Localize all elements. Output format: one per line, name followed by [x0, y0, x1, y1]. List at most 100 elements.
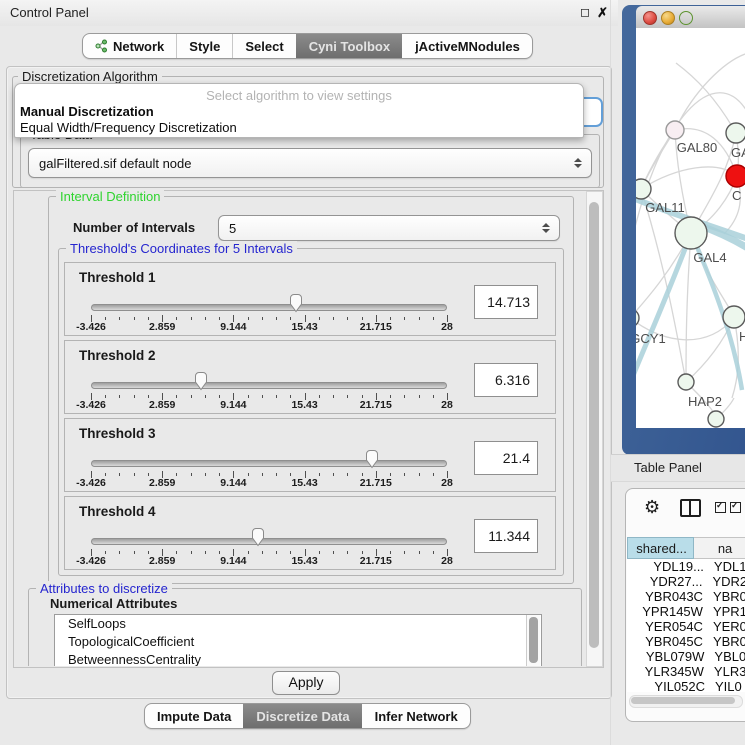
table-cell[interactable]: YDR27...	[627, 574, 706, 589]
table-row[interactable]: YBR043CYBR0	[627, 589, 745, 604]
attributes-scrollbar-thumb[interactable]	[529, 617, 538, 663]
table-cell[interactable]: YBR045C	[627, 634, 707, 649]
slider-track[interactable]	[91, 538, 447, 545]
dropdown-option-manual-discretization[interactable]: Manual Discretization	[20, 104, 154, 119]
table-cell[interactable]: YBR0	[707, 589, 745, 604]
table-cell[interactable]: YDL1	[708, 559, 745, 574]
checkbox-icon[interactable]	[715, 502, 726, 513]
attribute-list-item[interactable]: TopologicalCoefficient	[55, 633, 541, 651]
attributes-scrollbar-track[interactable]	[526, 615, 540, 666]
slider-thumb[interactable]	[193, 372, 209, 391]
threshold-value-field[interactable]: 21.4	[474, 441, 538, 475]
tab-network[interactable]: Network	[83, 34, 176, 58]
table-cell[interactable]: YLR3	[708, 664, 745, 679]
slider-thumb[interactable]	[288, 294, 304, 313]
tab-jactivemnodules[interactable]: jActiveMNodules	[402, 34, 532, 58]
tab-discretize-data[interactable]: Discretize Data	[243, 704, 361, 728]
network-node-gal4[interactable]	[675, 217, 707, 249]
tick-mark	[176, 551, 177, 554]
table-row[interactable]: YIL052CYIL0	[627, 679, 745, 692]
tick-mark	[419, 395, 420, 398]
tick-label: 28	[441, 399, 453, 411]
table-row[interactable]: YDL19...YDL1	[627, 559, 745, 574]
tick-mark	[191, 473, 192, 476]
attribute-list-item[interactable]: SelfLoops	[55, 615, 541, 633]
close-traffic-light-icon[interactable]	[643, 11, 657, 25]
dropdown-option-equal-width-frequency[interactable]: Equal Width/Frequency Discretization	[20, 120, 237, 135]
zoom-traffic-light-icon[interactable]	[679, 11, 693, 25]
tick-mark	[105, 317, 106, 320]
table-row[interactable]: YBR045CYBR0	[627, 634, 745, 649]
table-data-combobox[interactable]: galFiltered.sif default node	[28, 148, 592, 178]
number-of-intervals-combobox[interactable]: 5	[218, 215, 560, 241]
table-cell[interactable]: YPR1	[707, 604, 745, 619]
tick-mark	[176, 473, 177, 476]
table-cell[interactable]: YIL052C	[627, 679, 709, 692]
table-cell[interactable]: YBL0	[708, 649, 745, 664]
table-hscrollbar-track[interactable]	[629, 695, 743, 708]
network-node-gal11[interactable]	[636, 179, 651, 199]
float-window-icon[interactable]: ◻	[580, 5, 590, 19]
tab-impute-data[interactable]: Impute Data	[145, 704, 243, 728]
tick-mark	[262, 395, 263, 398]
network-edge[interactable]	[686, 233, 691, 382]
split-view-icon[interactable]	[680, 499, 701, 517]
slider-track[interactable]	[91, 382, 447, 389]
network-edge[interactable]	[641, 167, 737, 189]
table-cell[interactable]: YER054C	[627, 619, 707, 634]
network-node-hap2[interactable]	[678, 374, 694, 390]
network-window-titlebar[interactable]	[636, 6, 745, 29]
tab-style[interactable]: Style	[176, 34, 232, 58]
gear-icon[interactable]: ⚙	[644, 497, 660, 517]
column-header-shared[interactable]: shared...	[627, 537, 694, 559]
table-cell[interactable]: YDL19...	[627, 559, 708, 574]
column-header-na[interactable]: na	[694, 537, 745, 559]
network-node-ga[interactable]	[726, 123, 745, 143]
table-cell[interactable]: YBR043C	[627, 589, 707, 604]
table-row[interactable]: YPR145WYPR1	[627, 604, 745, 619]
threshold-value-field[interactable]: 14.713	[474, 285, 538, 319]
table-cell[interactable]: YBL079W	[627, 649, 708, 664]
tab-select[interactable]: Select	[232, 34, 295, 58]
network-node-h[interactable]	[723, 306, 745, 328]
close-icon[interactable]: ✗	[597, 5, 608, 21]
slider-thumb[interactable]	[364, 450, 380, 469]
tick-label: 21.715	[360, 555, 392, 567]
network-edge[interactable]	[676, 63, 736, 133]
threshold-value-field[interactable]: 6.316	[474, 363, 538, 397]
slider-track[interactable]	[91, 460, 447, 467]
table-cell[interactable]: YIL0	[709, 679, 742, 692]
table-cell[interactable]: YDR2	[706, 574, 745, 589]
interval-definition-label: Interval Definition	[56, 189, 164, 204]
table-row[interactable]: YER054CYER0	[627, 619, 745, 634]
slider-track[interactable]	[91, 304, 447, 311]
checkbox-icon[interactable]	[730, 502, 741, 513]
apply-button[interactable]: Apply	[272, 671, 340, 695]
network-graph[interactable]: GAL80GACGAL11GAL4GCY1HHAP2	[636, 28, 745, 428]
network-node-c[interactable]	[726, 165, 745, 187]
network-node[interactable]	[708, 411, 724, 427]
network-edge[interactable]	[675, 54, 745, 130]
table-cell[interactable]: YLR345W	[627, 664, 708, 679]
settings-scrollbar-thumb[interactable]	[589, 202, 599, 648]
tab-infer-network[interactable]: Infer Network	[362, 704, 470, 728]
numerical-attributes-list[interactable]: SelfLoopsTopologicalCoefficientBetweenne…	[54, 614, 542, 666]
minimize-traffic-light-icon[interactable]	[661, 11, 675, 25]
threshold-value-field[interactable]: 11.344	[474, 519, 538, 553]
table-row[interactable]: YLR345WYLR3	[627, 664, 745, 679]
tick-label: 28	[441, 555, 453, 567]
tick-mark	[333, 317, 334, 320]
table-hscrollbar-thumb[interactable]	[631, 697, 735, 704]
network-node-gal80[interactable]	[666, 121, 684, 139]
tick-mark	[105, 395, 106, 398]
table-cell[interactable]: YPR145W	[627, 604, 707, 619]
attribute-list-item[interactable]: BetweennessCentrality	[55, 651, 541, 666]
table-row[interactable]: YBL079WYBL0	[627, 649, 745, 664]
tick-mark	[119, 551, 120, 554]
table-row[interactable]: YDR27...YDR2	[627, 574, 745, 589]
tab-cyni-toolbox[interactable]: Cyni Toolbox	[296, 34, 402, 58]
table-cell[interactable]: YER0	[707, 619, 745, 634]
table-cell[interactable]: YBR0	[707, 634, 745, 649]
network-view-canvas[interactable]: GAL80GACGAL11GAL4GCY1HHAP2	[636, 28, 745, 428]
slider-thumb[interactable]	[250, 528, 266, 547]
